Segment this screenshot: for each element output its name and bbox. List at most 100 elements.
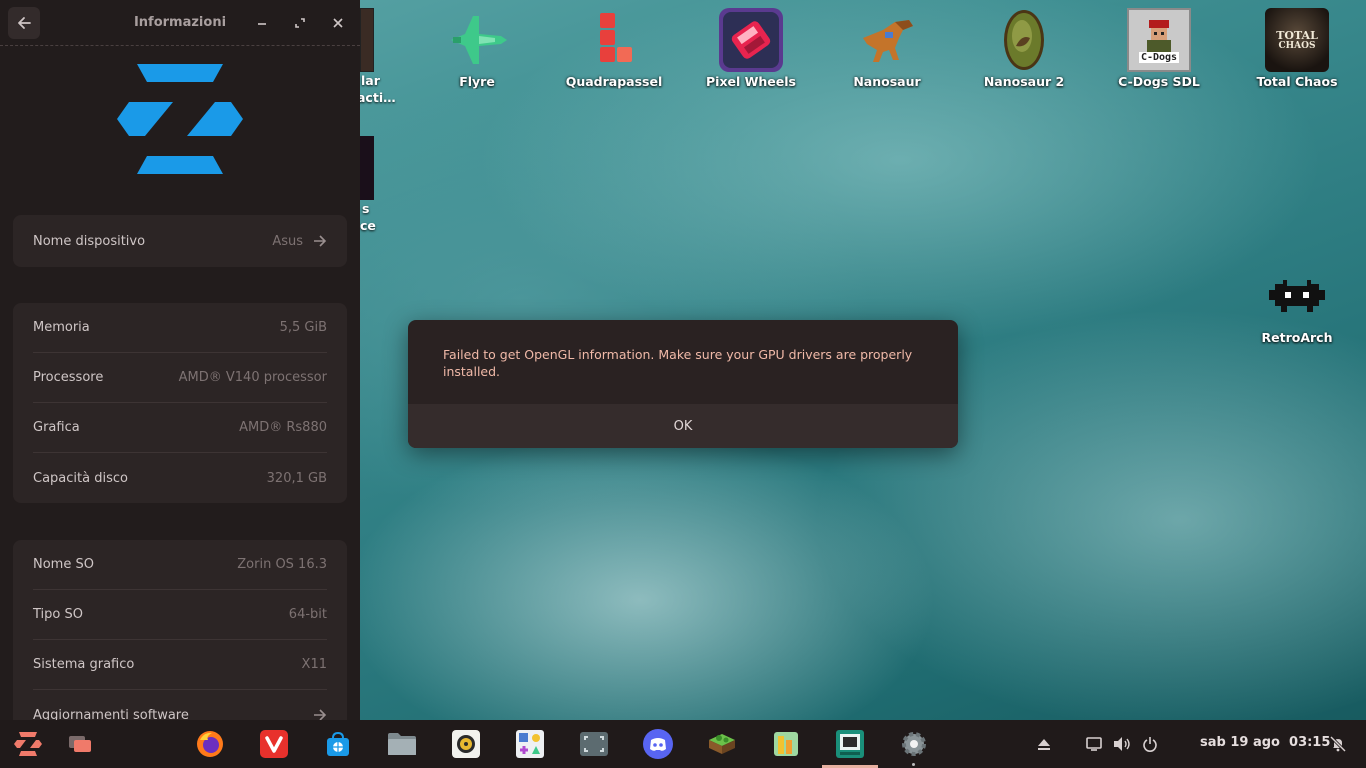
minimize-button[interactable] [249,10,275,36]
arrow-left-icon [18,17,31,29]
desktop-icon-nanosaur[interactable]: Nanosaur [827,8,947,89]
row-key: Nome dispositivo [33,233,146,249]
settings-row-os-name: Nome SO Zorin OS 16.3 [33,540,327,590]
desktop-icon-cdogs-sdl[interactable]: C-Dogs C-Dogs SDL [1099,8,1219,89]
screenshot-button[interactable] [578,728,610,760]
window-titlebar: Informazioni [0,0,360,46]
dialog-message: Failed to get OpenGL information. Make s… [443,347,913,379]
row-value: 64-bit [288,607,327,622]
row-key: Capacità disco [33,470,128,486]
zorin-logo-icon [117,64,243,174]
desktop-icon-label: Nanosaur [853,74,921,89]
os-group: Nome SO Zorin OS 16.3 Tipo SO 64-bit Sis… [13,540,347,742]
map-icon [709,734,735,754]
partial-desktop-icon-1[interactable] [360,8,374,72]
desktop-icon-retroarch[interactable]: RetroArch [1237,264,1357,345]
rhythmbox-button[interactable] [450,728,482,760]
partial-desktop-icon-2[interactable] [360,136,374,200]
row-value: X11 [301,657,327,672]
partial-icon-label: ce [360,218,376,233]
row-value: 320,1 GB [266,470,327,486]
blocks-icon [582,8,646,72]
desktop-icon-label: C-Dogs SDL [1118,74,1200,89]
totalchaos-icon-text: CHAOS [1278,40,1316,51]
invader-icon [1265,264,1329,328]
discord-icon [643,729,673,759]
desktop-icon-label: Nanosaur 2 [983,74,1065,89]
row-key: Tipo SO [33,607,83,622]
desktop-icon-flyre[interactable]: Flyre [417,8,537,89]
lutris-button[interactable] [770,728,802,760]
desktop-icon-pixel-wheels[interactable]: Pixel Wheels [691,8,811,89]
jet-icon [445,8,509,72]
row-key: Memoria [33,320,90,335]
row-value: Asus [272,233,303,249]
cdogs-icon-text: C-Dogs [1138,51,1180,63]
games-button[interactable] [514,728,546,760]
minimize-icon [258,23,266,25]
settings-row-processor: Processore AMD® V140 processor [33,353,327,403]
partial-icon-label: acti… [357,90,396,105]
map-button[interactable] [706,728,738,760]
active-app-button[interactable] [834,728,866,760]
row-key: Grafica [33,420,80,435]
volume-icon [1114,737,1130,751]
notifications-button[interactable] [1322,728,1354,760]
maximize-button[interactable] [287,10,313,36]
settings-row-graphics: Grafica AMD® Rs880 [33,403,327,453]
discord-button[interactable] [642,728,674,760]
soldier-icon: C-Dogs [1127,8,1191,72]
maximize-icon [295,18,305,28]
notifications-off-icon [1330,736,1346,752]
close-icon [333,18,343,28]
vivaldi-button[interactable] [258,728,290,760]
hardware-group: Memoria 5,5 GiB Processore AMD® V140 pro… [13,303,347,503]
settings-row-windowing-system: Sistema grafico X11 [33,640,327,690]
settings-row-memory: Memoria 5,5 GiB [33,303,327,353]
rhythmbox-icon [452,730,480,758]
desktop-icon-quadrapassel[interactable]: Quadrapassel [554,8,674,89]
desktop-icon-total-chaos[interactable]: TOTAL CHAOS Total Chaos [1237,8,1357,89]
row-value: Zorin OS 16.3 [237,557,327,572]
zorin-menu-button[interactable] [12,728,44,760]
power-button[interactable] [1134,728,1166,760]
row-value: AMD® Rs880 [239,420,327,435]
zorin-menu-icon [14,732,42,756]
power-icon [1143,737,1157,752]
software-store-icon [327,731,349,756]
workspaces-icon [69,736,91,752]
software-store-button[interactable] [322,728,354,760]
car-icon [719,8,783,72]
row-key: Processore [33,370,104,385]
vivaldi-icon [260,730,288,758]
eject-icon [1038,739,1050,750]
ok-button[interactable]: OK [408,404,958,448]
files-button[interactable] [386,728,418,760]
eject-button[interactable] [1028,728,1060,760]
device-group: Nome dispositivo Asus [13,215,347,267]
desktop-icon-label: RetroArch [1261,330,1333,345]
clock[interactable]: sab 19 ago 03:15 [1200,735,1330,750]
files-icon [388,733,416,755]
workspaces-button[interactable] [64,728,96,760]
back-button[interactable] [8,7,40,39]
close-button[interactable] [325,10,351,36]
settings-row-device-name[interactable]: Nome dispositivo Asus [33,215,327,267]
row-value: AMD® V140 processor [178,370,327,385]
settings-window: Informazioni Nome dispositivo Asus Memor… [0,0,360,742]
firefox-button[interactable] [194,728,226,760]
running-indicator [912,763,915,766]
settings-row-os-type: Tipo SO 64-bit [33,590,327,640]
desktop-icon-label: Pixel Wheels [706,74,796,89]
totalchaos-icon-text: TOTAL [1276,28,1318,42]
app-icon [836,730,864,758]
lutris-icon [774,732,798,756]
arrow-right-icon [314,235,327,247]
games-icon [516,730,544,758]
desktop-icon-nanosaur-2[interactable]: Nanosaur 2 [964,8,1084,89]
desktop-icon-label: Quadrapassel [565,74,663,89]
screenshot-icon [580,732,608,756]
taskbar: sab 19 ago 03:15 [0,720,1366,768]
desktop-icon-label: Total Chaos [1256,74,1338,89]
settings-button[interactable] [898,728,930,760]
